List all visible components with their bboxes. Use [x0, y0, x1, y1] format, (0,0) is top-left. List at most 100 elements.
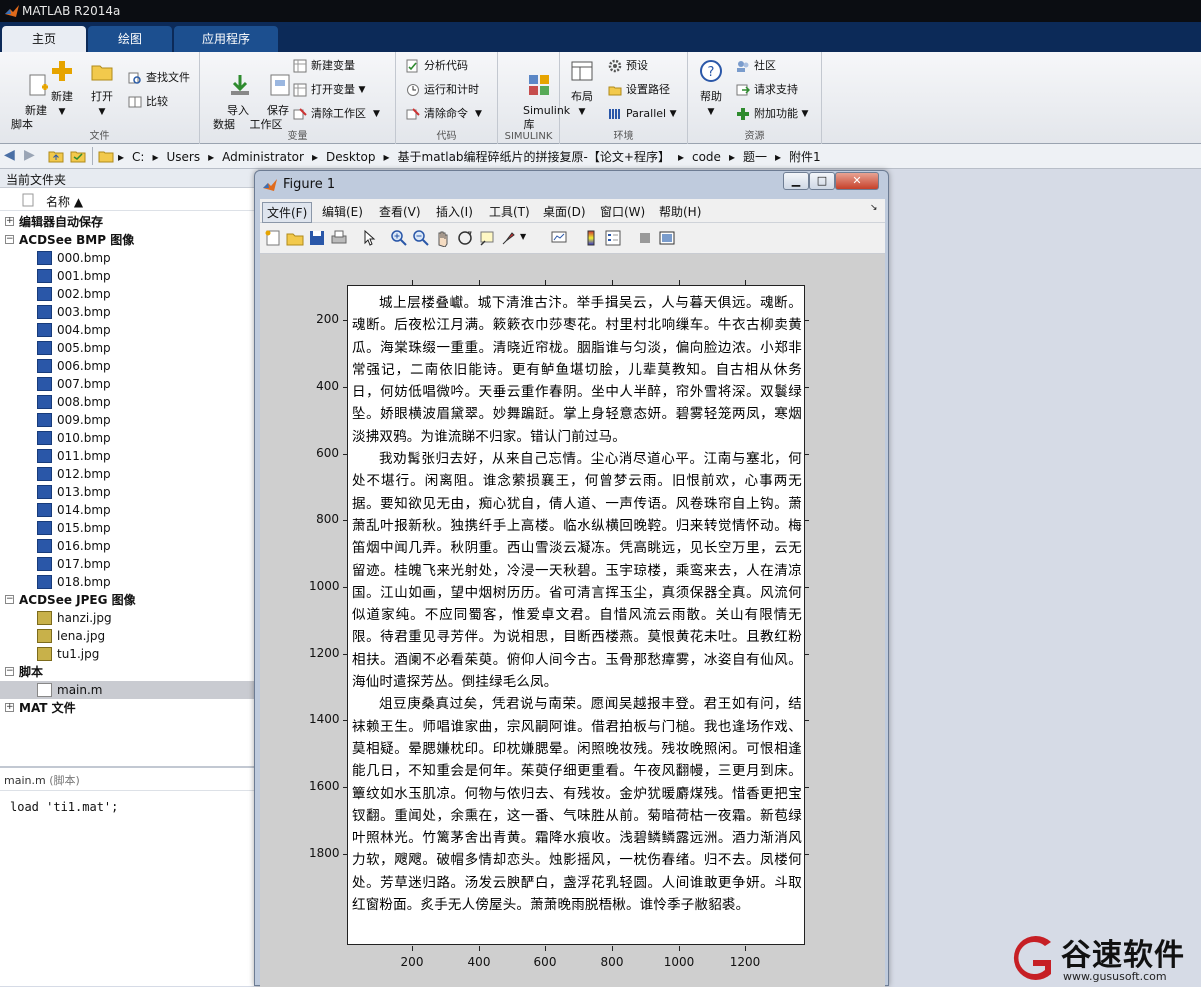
group-jpeg-images[interactable]: − ACDSee JPEG 图像 — [0, 591, 258, 609]
file-item-bmp[interactable]: 008.bmp — [0, 393, 258, 411]
file-item-bmp[interactable]: 018.bmp — [0, 573, 258, 591]
compare-button[interactable]: 比较 — [128, 92, 168, 112]
tab-plots[interactable]: 绘图 — [88, 26, 172, 52]
layout-button[interactable]: 布局 ▼ — [564, 58, 600, 119]
breadcrumb-drive[interactable]: C: — [132, 150, 144, 164]
print-icon[interactable] — [330, 229, 348, 247]
file-item-bmp[interactable]: 015.bmp — [0, 519, 258, 537]
group-mat-files[interactable]: + MAT 文件 — [0, 699, 258, 717]
expand-toggle-icon[interactable]: + — [5, 217, 14, 226]
addons-button[interactable]: 附加功能 ▼ — [736, 104, 808, 124]
open-button[interactable]: 打开 ▼ — [84, 58, 120, 119]
pan-icon[interactable] — [434, 229, 452, 247]
link-plot-icon[interactable] — [550, 229, 568, 247]
colorbar-icon[interactable] — [582, 229, 600, 247]
file-item-bmp[interactable]: 002.bmp — [0, 285, 258, 303]
breadcrumb-question-one[interactable]: 题一 — [743, 148, 767, 165]
breadcrumb-administrator[interactable]: Administrator — [222, 150, 304, 164]
expand-toggle-icon[interactable]: − — [5, 595, 14, 604]
file-item-jpg[interactable]: tu1.jpg — [0, 645, 258, 663]
expand-toggle-icon[interactable]: − — [5, 235, 14, 244]
file-item-bmp[interactable]: 016.bmp — [0, 537, 258, 555]
y-tick-mark — [343, 520, 347, 521]
request-support-button[interactable]: 请求支持 — [736, 80, 798, 100]
menu-desktop[interactable]: 桌面(D) — [539, 202, 590, 221]
expand-toggle-icon[interactable]: − — [5, 667, 14, 676]
clear-workspace-button[interactable]: 清除工作区 ▼ — [293, 104, 380, 124]
hide-plot-tools-icon[interactable] — [636, 229, 654, 247]
breadcrumb-code[interactable]: code — [692, 150, 721, 164]
new-button[interactable]: 新建 ▼ — [44, 58, 80, 119]
watermark: 谷速软件 www.gususoft.com — [1005, 930, 1201, 986]
file-item-bmp[interactable]: 013.bmp — [0, 483, 258, 501]
community-button[interactable]: 社区 — [736, 56, 776, 76]
run-and-time-button[interactable]: 运行和计时 — [406, 80, 479, 100]
menu-edit[interactable]: 编辑(E) — [318, 202, 367, 221]
breadcrumb-desktop[interactable]: Desktop — [326, 150, 376, 164]
group-scripts[interactable]: − 脚本 — [0, 663, 258, 681]
tab-home[interactable]: 主页 — [2, 26, 86, 52]
tab-apps[interactable]: 应用程序 — [174, 26, 278, 52]
expand-toggle-icon[interactable]: + — [5, 703, 14, 712]
back-arrow-icon[interactable]: ◀ — [4, 147, 15, 163]
save-icon[interactable] — [308, 229, 326, 247]
preferences-button[interactable]: 预设 — [608, 56, 648, 76]
menu-file[interactable]: 文件(F) — [262, 202, 313, 223]
file-item-bmp[interactable]: 010.bmp — [0, 429, 258, 447]
rotate-3d-icon[interactable] — [456, 229, 474, 247]
file-item-bmp[interactable]: 007.bmp — [0, 375, 258, 393]
minimize-button[interactable]: ▁ — [783, 172, 809, 190]
file-item-bmp[interactable]: 011.bmp — [0, 447, 258, 465]
set-path-button[interactable]: 设置路径 — [608, 80, 670, 100]
group-editor-autosave[interactable]: + 编辑器自动保存 — [0, 213, 258, 231]
clear-commands-button[interactable]: 清除命令 ▼ — [406, 104, 482, 124]
maximize-button[interactable]: □ — [809, 172, 835, 190]
menu-tools[interactable]: 工具(T) — [485, 202, 534, 221]
file-item-bmp[interactable]: 006.bmp — [0, 357, 258, 375]
show-plot-tools-icon[interactable] — [658, 229, 676, 247]
zoom-out-icon[interactable] — [412, 229, 430, 247]
forward-arrow-icon[interactable]: ▶ — [24, 147, 35, 163]
up-folder-icon[interactable] — [48, 149, 64, 163]
file-item-bmp[interactable]: 005.bmp — [0, 339, 258, 357]
open-variable-button[interactable]: 打开变量 ▼ — [293, 80, 365, 100]
file-item-bmp[interactable]: 017.bmp — [0, 555, 258, 573]
file-item-jpg[interactable]: hanzi.jpg — [0, 609, 258, 627]
menu-insert[interactable]: 插入(I) — [432, 202, 477, 221]
find-files-button[interactable]: 查找文件 — [128, 68, 190, 88]
group-bmp-images[interactable]: − ACDSee BMP 图像 — [0, 231, 258, 249]
zoom-in-icon[interactable] — [390, 229, 408, 247]
legend-icon[interactable] — [604, 229, 622, 247]
menu-dock-arrow-icon[interactable]: ↘ — [866, 202, 882, 214]
file-item-script[interactable]: main.m — [0, 681, 258, 699]
brush-dropdown-icon[interactable]: ▼ — [520, 232, 530, 250]
browse-folder-icon[interactable] — [70, 149, 86, 163]
file-item-bmp[interactable]: 004.bmp — [0, 321, 258, 339]
breadcrumb-users[interactable]: Users — [166, 150, 200, 164]
help-label: 帮助 — [700, 90, 722, 103]
name-column-header[interactable]: 名称 ▲ — [0, 189, 258, 211]
x-tick-mark — [679, 280, 680, 285]
file-item-bmp[interactable]: 000.bmp — [0, 249, 258, 267]
close-button[interactable]: ✕ — [835, 172, 879, 190]
new-variable-button[interactable]: 新建变量 — [293, 56, 355, 76]
pointer-icon[interactable] — [360, 229, 378, 247]
file-item-bmp[interactable]: 012.bmp — [0, 465, 258, 483]
menu-view[interactable]: 查看(V) — [375, 202, 425, 221]
help-button[interactable]: ? 帮助 ▼ — [694, 58, 728, 119]
menu-help[interactable]: 帮助(H) — [655, 202, 705, 221]
data-cursor-icon[interactable] — [478, 229, 496, 247]
file-item-bmp[interactable]: 014.bmp — [0, 501, 258, 519]
breadcrumb-project-folder[interactable]: 基于matlab编程碎纸片的拼接复原-【论文+程序】 — [398, 148, 670, 165]
breadcrumb-attachment-one[interactable]: 附件1 — [789, 148, 821, 165]
file-item-jpg[interactable]: lena.jpg — [0, 627, 258, 645]
parallel-button[interactable]: Parallel ▼ — [608, 104, 677, 124]
file-item-bmp[interactable]: 001.bmp — [0, 267, 258, 285]
new-figure-icon[interactable] — [264, 229, 282, 247]
file-item-bmp[interactable]: 003.bmp — [0, 303, 258, 321]
analyze-code-button[interactable]: 分析代码 — [406, 56, 468, 76]
brush-icon[interactable] — [500, 229, 518, 247]
menu-window[interactable]: 窗口(W) — [596, 202, 649, 221]
file-item-bmp[interactable]: 009.bmp — [0, 411, 258, 429]
open-file-icon[interactable] — [286, 229, 304, 247]
